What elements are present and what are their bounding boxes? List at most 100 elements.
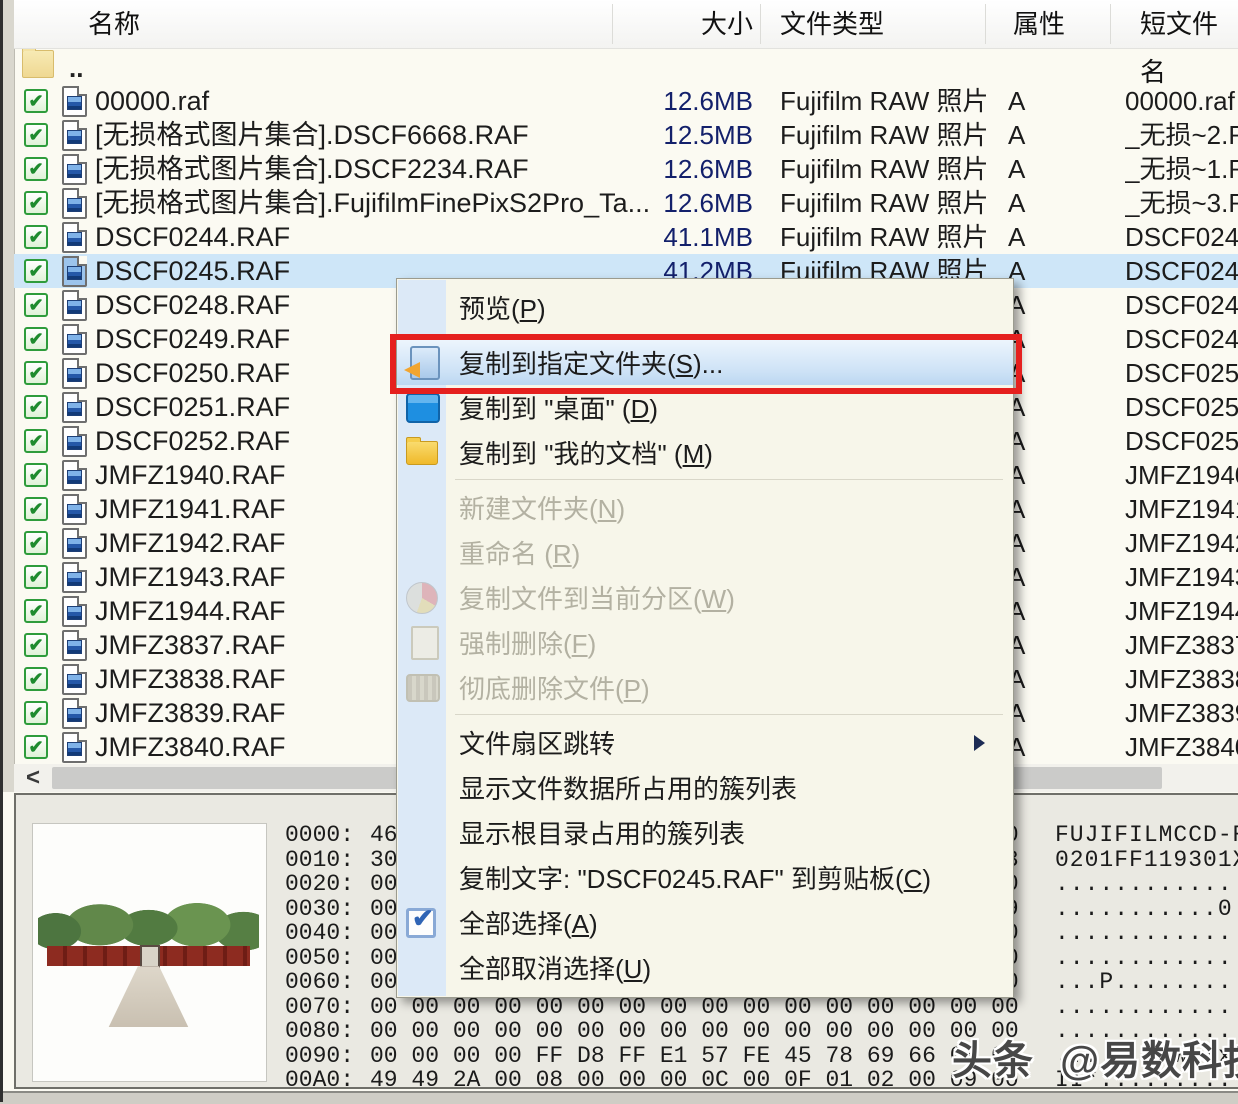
- menu-item-label: 重命名 (R): [459, 534, 580, 571]
- file-name: DSCF0248.RAF: [95, 288, 290, 322]
- hex-offset: 0070:: [285, 994, 354, 1020]
- column-header-shortname[interactable]: 短文件名: [1140, 0, 1238, 96]
- hex-offset: 0040:: [285, 920, 354, 946]
- menu-item-label: 全部取消选择(U): [459, 949, 651, 986]
- raw-file-icon: [62, 562, 87, 593]
- hex-ascii: ...P............: [1055, 969, 1238, 995]
- hex-offset: 0080:: [285, 1018, 354, 1044]
- checkbox-checked-icon[interactable]: [24, 225, 48, 249]
- checkbox-checked-icon[interactable]: [24, 259, 48, 283]
- checkbox-checked-icon[interactable]: [24, 293, 48, 317]
- menu-item: 彻底删除文件(P): [397, 665, 1013, 710]
- checkbox-checked-icon[interactable]: [24, 633, 48, 657]
- file-size: 12.6MB: [612, 152, 753, 186]
- menu-item-label: 复制文件到当前分区(W): [459, 579, 735, 616]
- menu-item-label: 显示文件数据所占用的簇列表: [459, 769, 797, 806]
- file-name: JMFZ1941.RAF: [95, 492, 286, 526]
- menu-item-label: 复制到 "桌面" (D): [459, 389, 658, 426]
- file-size: 41.1MB: [612, 220, 753, 254]
- checkbox-checked-icon[interactable]: [24, 701, 48, 725]
- column-header-attr[interactable]: 属性: [1013, 0, 1065, 48]
- menu-item[interactable]: 显示文件数据所占用的簇列表: [397, 765, 1013, 810]
- file-type: Fujifilm RAW 照片: [780, 152, 988, 186]
- checkbox-checked-icon[interactable]: [24, 463, 48, 487]
- checkbox-checked-icon[interactable]: [24, 361, 48, 385]
- checkbox-checked-icon[interactable]: [24, 429, 48, 453]
- file-row[interactable]: [无损格式图片集合].FujifilmFinePixS2Pro_Ta...12.…: [14, 186, 1238, 220]
- file-attributes: A: [1008, 186, 1025, 220]
- checkbox-checked-icon[interactable]: [24, 667, 48, 691]
- file-size: 12.5MB: [612, 118, 753, 152]
- menu-item-label: 复制文字: "DSCF0245.RAF" 到剪贴板(C): [459, 859, 931, 896]
- checkbox-checked-icon[interactable]: [24, 157, 48, 181]
- menu-item-label: 新建文件夹(N): [459, 489, 625, 526]
- hex-offset: 0090:: [285, 1043, 354, 1069]
- hex-ascii: ................: [1055, 871, 1238, 897]
- checkbox-checked-icon[interactable]: [24, 123, 48, 147]
- menu-item[interactable]: 复制到 "我的文档" (M): [397, 430, 1013, 475]
- menu-item[interactable]: 预览(P): [397, 285, 1013, 330]
- file-type: Fujifilm RAW 照片: [780, 220, 988, 254]
- photo-path: [104, 966, 192, 1027]
- menu-item: 复制文件到当前分区(W): [397, 575, 1013, 620]
- watermark: 头条 @易数科技: [952, 1028, 1238, 1086]
- column-header-name[interactable]: 名称: [88, 0, 140, 48]
- menu-item[interactable]: 全部取消选择(U): [397, 945, 1013, 990]
- shredder-icon: [406, 674, 440, 702]
- raw-file-icon: [62, 358, 87, 389]
- file-row[interactable]: 00000.raf12.6MBFujifilm RAW 照片A00000.raf: [14, 84, 1238, 118]
- parent-folder-row[interactable]: ..: [14, 48, 1238, 84]
- raw-file-icon: [62, 120, 87, 151]
- checkbox-checked-icon[interactable]: [24, 531, 48, 555]
- column-header-type[interactable]: 文件类型: [780, 0, 884, 48]
- menu-item-label: 强制删除(F): [459, 624, 596, 661]
- file-name: DSCF0250.RAF: [95, 356, 290, 390]
- file-name: DSCF0252.RAF: [95, 424, 290, 458]
- file-size: 12.6MB: [612, 84, 753, 118]
- file-attributes: A: [1008, 220, 1025, 254]
- menu-separator: [455, 714, 1003, 715]
- watermark-part2: @易数科技: [1060, 1039, 1238, 1083]
- menu-item[interactable]: 全部选择(A): [397, 900, 1013, 945]
- menu-item[interactable]: 显示根目录占用的簇列表: [397, 810, 1013, 855]
- hex-offset: 0020:: [285, 871, 354, 897]
- raw-file-icon: [62, 596, 87, 627]
- file-shortname: JMFZ1943: [1125, 560, 1238, 594]
- scroll-left-icon[interactable]: <: [18, 764, 48, 792]
- column-header-size[interactable]: 大小: [612, 0, 753, 48]
- file-name: [无损格式图片集合].DSCF2234.RAF: [95, 152, 529, 186]
- file-attributes: A: [1008, 84, 1025, 118]
- checkbox-checked-icon[interactable]: [24, 89, 48, 113]
- watermark-part1: 头条: [952, 1039, 1034, 1083]
- raw-file-icon: [62, 460, 87, 491]
- raw-file-icon: [62, 188, 87, 219]
- menu-item[interactable]: 文件扇区跳转: [397, 720, 1013, 765]
- checkbox-checked-icon[interactable]: [24, 497, 48, 521]
- menu-item[interactable]: 复制文字: "DSCF0245.RAF" 到剪贴板(C): [397, 855, 1013, 900]
- file-name: JMFZ3837.RAF: [95, 628, 286, 662]
- file-shortname: JMFZ3840: [1125, 730, 1238, 764]
- checkbox-checked-icon[interactable]: [24, 599, 48, 623]
- file-shortname: DSCF0244: [1125, 220, 1238, 254]
- file-row[interactable]: [无损格式图片集合].DSCF2234.RAF 12.6MB Fujifilm RA…: [14, 152, 1238, 186]
- file-shortname: JMFZ3837: [1125, 628, 1238, 662]
- checkbox-checked-icon[interactable]: [24, 395, 48, 419]
- file-row[interactable]: [无损格式图片集合].DSCF6668.RAF12.5MBFujifilm RA…: [14, 118, 1238, 152]
- file-name: JMFZ1940.RAF: [95, 458, 286, 492]
- checkbox-checked-icon[interactable]: [24, 565, 48, 589]
- checkbox-checked-icon[interactable]: [24, 327, 48, 351]
- folder-icon: [22, 50, 54, 78]
- file-row[interactable]: DSCF0244.RAF41.1MBFujifilm RAW 照片ADSCF02…: [14, 220, 1238, 254]
- checkbox-checked-icon[interactable]: [24, 735, 48, 759]
- checkbox-checked-icon[interactable]: [24, 191, 48, 215]
- file-attributes: A: [1008, 152, 1025, 186]
- table-header: 名称 大小 文件类型 属性 短文件名: [14, 0, 1238, 49]
- hex-offset: 0010:: [285, 847, 354, 873]
- column-divider: [612, 4, 613, 44]
- file-name: JMFZ3839.RAF: [95, 696, 286, 730]
- file-shortname: JMFZ1942: [1125, 526, 1238, 560]
- file-name: JMFZ1944.RAF: [95, 594, 286, 628]
- column-divider: [1110, 4, 1111, 44]
- raw-file-icon: [62, 664, 87, 695]
- hex-offset: 0060:: [285, 969, 354, 995]
